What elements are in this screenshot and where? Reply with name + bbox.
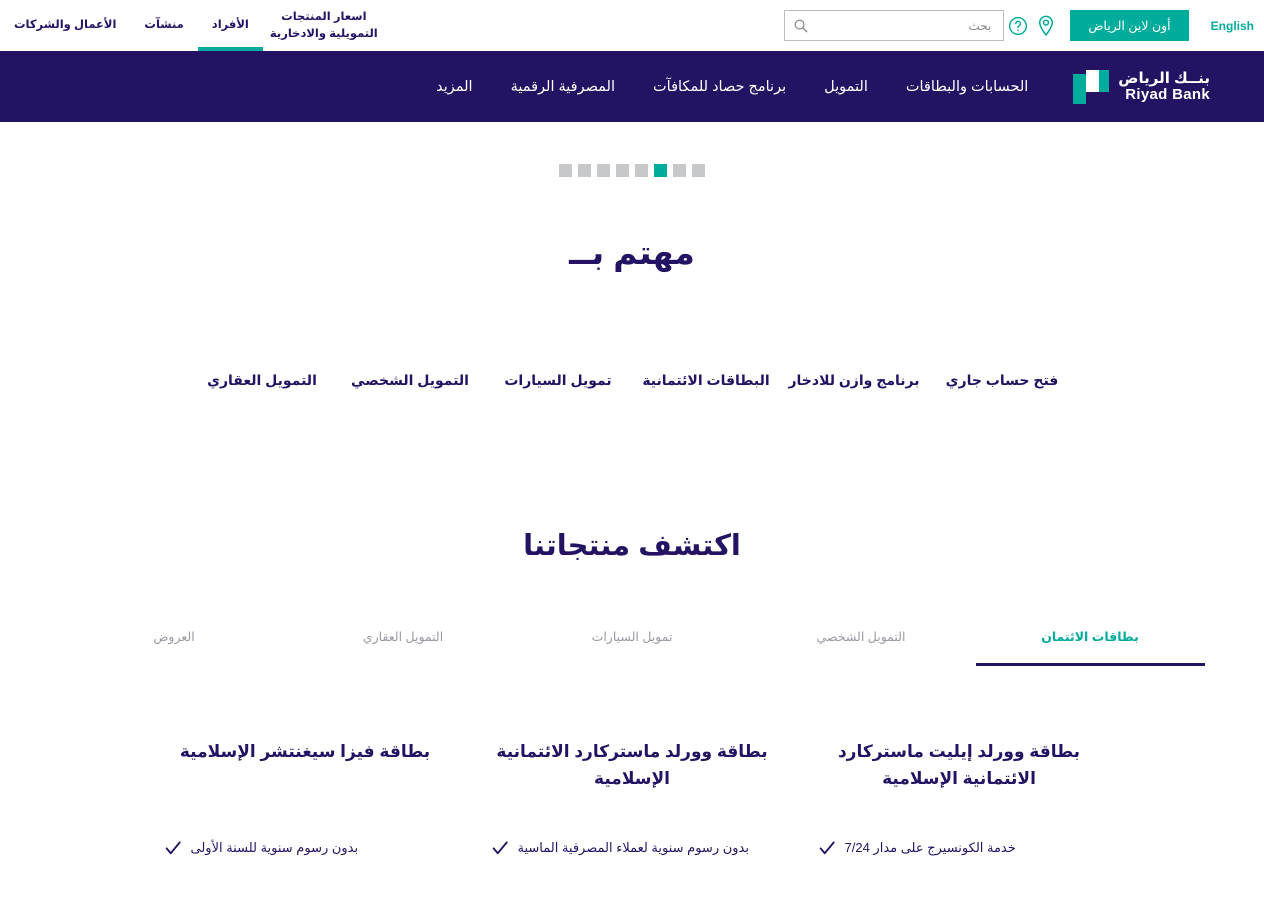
utility-nav-item-enterprises[interactable]: منشآت	[130, 0, 197, 51]
branch-locator-button[interactable]	[1032, 12, 1060, 40]
product-card[interactable]: بطاقة وورلد ماستركارد الائتمانية الإسلام…	[469, 738, 796, 859]
interest-item-personal-finance[interactable]: التمويل الشخصي	[336, 370, 484, 392]
product-feature-label: بدون رسوم سنوية للسنة الأولى	[190, 839, 359, 855]
main-nav-label: برنامج حصاد للمكافآت	[653, 78, 787, 95]
check-icon	[492, 841, 508, 855]
interest-item-open-current-account[interactable]: فتح حساب جاري	[928, 370, 1076, 392]
carousel-dot[interactable]	[673, 164, 686, 177]
main-nav-item-accounts-cards[interactable]: الحسابات والبطاقات	[887, 79, 1047, 95]
help-button[interactable]	[1004, 12, 1032, 40]
interest-item-label: البطاقات الائتمانية	[642, 372, 770, 388]
tab-label: بطاقات الائتمان	[1041, 629, 1139, 644]
interest-item-label: تمويل السيارات	[504, 372, 612, 388]
carousel-dot[interactable]	[692, 164, 705, 177]
carousel-dot[interactable]	[597, 164, 610, 177]
interest-item-auto-finance[interactable]: تمويل السيارات	[484, 370, 632, 392]
product-feature: بدون رسوم سنوية للسنة الأولى	[164, 838, 447, 859]
search-input[interactable]	[808, 18, 996, 33]
location-pin-icon	[1039, 15, 1054, 36]
language-switch-label: English	[1210, 18, 1254, 33]
main-nav-label: المزيد	[436, 78, 473, 95]
product-card-title: بطاقة وورلد ماستركارد الائتمانية الإسلام…	[496, 741, 768, 788]
utility-nav-label: اسعار المنتجات التمويلية والادخارية	[269, 10, 378, 40]
main-nav-item-financing[interactable]: التمويل	[805, 79, 887, 95]
interest-item-credit-cards[interactable]: البطاقات الائتمانية	[632, 370, 780, 392]
search-box[interactable]	[784, 10, 1005, 41]
online-banking-button[interactable]: أون لاين الرياض	[1070, 10, 1189, 41]
utility-nav-label: الأفراد	[211, 19, 249, 32]
main-nav-item-more[interactable]: المزيد	[417, 79, 491, 95]
utility-nav-label: منشآت	[144, 19, 184, 32]
brand-name-en: Riyad Bank	[1125, 85, 1210, 103]
main-nav-label: التمويل	[824, 78, 868, 95]
check-icon	[819, 841, 835, 855]
carousel-dot-active[interactable]	[654, 164, 667, 177]
utility-nav-item-individuals[interactable]: الأفراد	[197, 0, 263, 51]
tab-label: التمويل الشخصي	[816, 629, 906, 644]
product-feature: خدمة الكونسيرج على مدار 7/24	[818, 838, 1101, 859]
main-nav-label: المصرفية الرقمية	[510, 78, 616, 95]
interest-item-label: التمويل الشخصي	[351, 372, 469, 388]
search-icon	[794, 19, 808, 33]
carousel-dot[interactable]	[559, 164, 572, 177]
utility-nav-item-business[interactable]: الأعمال والشركات	[0, 0, 130, 51]
check-icon	[165, 841, 181, 855]
carousel-dot[interactable]	[635, 164, 648, 177]
riyad-bank-logo-icon	[1073, 69, 1110, 104]
interest-item-wazen-savings[interactable]: برنامج وازن للادخار	[780, 370, 928, 392]
interest-item-label: فتح حساب جاري	[945, 372, 1059, 388]
tab-label: تمويل السيارات	[591, 629, 673, 644]
product-card[interactable]: بطاقة وورلد إيليت ماستركارد الائتمانية ا…	[796, 738, 1123, 859]
tab-real-estate-finance[interactable]: التمويل العقاري	[289, 629, 518, 666]
utility-bar: اسعار المنتجات التمويلية والادخارية الأف…	[0, 0, 1264, 51]
brand-logo-text: بنــك الرياض Riyad Bank	[1118, 69, 1210, 103]
utility-nav-item-rates[interactable]: اسعار المنتجات التمويلية والادخارية	[263, 0, 385, 51]
main-nav-items: الحسابات والبطاقات التمويل برنامج حصاد ل…	[417, 79, 1047, 95]
interest-item-label: التمويل العقاري	[207, 372, 317, 388]
product-feature: بدون رسوم سنوية لعملاء المصرفية الماسية	[491, 838, 774, 859]
interests-list: فتح حساب جاري برنامج وازن للادخار البطاق…	[0, 272, 1264, 392]
product-cards: بطاقة وورلد إيليت ماستركارد الائتمانية ا…	[0, 666, 1264, 859]
product-feature-label: بدون رسوم سنوية لعملاء المصرفية الماسية	[517, 839, 749, 855]
tab-personal-finance[interactable]: التمويل الشخصي	[747, 629, 976, 666]
product-feature-label: خدمة الكونسيرج على مدار 7/24	[844, 839, 1016, 855]
utility-nav-label: الأعمال والشركات	[14, 19, 117, 32]
tab-label: التمويل العقاري	[362, 629, 444, 644]
product-card[interactable]: بطاقة فيزا سيغنتشر الإسلامية بدون رسوم س…	[142, 738, 469, 859]
question-mark-icon	[1009, 16, 1028, 35]
interest-item-label: برنامج وازن للادخار	[788, 372, 920, 388]
brand-name-ar: بنــك الرياض	[1118, 69, 1210, 87]
main-nav-item-digital-banking[interactable]: المصرفية الرقمية	[492, 79, 634, 95]
main-nav-item-hassad-rewards[interactable]: برنامج حصاد للمكافآت	[634, 79, 805, 95]
carousel-dot[interactable]	[578, 164, 591, 177]
main-navigation-bar: بنــك الرياض Riyad Bank الحسابات والبطاق…	[0, 51, 1264, 122]
tab-credit-cards[interactable]: بطاقات الائتمان	[975, 629, 1205, 666]
main-nav-label: الحسابات والبطاقات	[905, 78, 1029, 95]
product-card-features: بدون رسوم سنوية لعملاء المصرفية الماسية	[491, 794, 774, 859]
product-card-features: خدمة الكونسيرج على مدار 7/24	[818, 794, 1101, 859]
interests-section: مهتم بــ فتح حساب جاري برنامج وازن للادخ…	[0, 177, 1264, 392]
online-banking-label: أون لاين الرياض	[1088, 19, 1171, 33]
interests-title: مهتم بــ	[569, 234, 695, 271]
carousel-indicators	[0, 122, 1264, 177]
tab-label: العروض	[153, 629, 195, 644]
products-section: اكتشف منتجاتنا بطاقات الائتمان التمويل ا…	[0, 392, 1264, 859]
product-card-title: بطاقة وورلد إيليت ماستركارد الائتمانية ا…	[837, 741, 1081, 788]
product-card-features: بدون رسوم سنوية للسنة الأولى	[164, 794, 447, 859]
language-switch-link[interactable]: English	[1197, 19, 1254, 33]
product-card-title: بطاقة فيزا سيغنتشر الإسلامية	[179, 741, 431, 761]
tab-offers[interactable]: العروض	[60, 629, 289, 666]
carousel-dot[interactable]	[616, 164, 629, 177]
brand-logo[interactable]: بنــك الرياض Riyad Bank	[1073, 69, 1210, 104]
interest-item-real-estate-finance[interactable]: التمويل العقاري	[188, 370, 336, 392]
utility-actions: أون لاين الرياض English	[774, 10, 1264, 41]
tab-auto-finance[interactable]: تمويل السيارات	[518, 629, 747, 666]
products-title: اكتشف منتجاتنا	[523, 529, 741, 562]
utility-nav: اسعار المنتجات التمويلية والادخارية الأف…	[0, 0, 385, 51]
products-tabs: بطاقات الائتمان التمويل الشخصي تمويل الس…	[0, 563, 1264, 666]
